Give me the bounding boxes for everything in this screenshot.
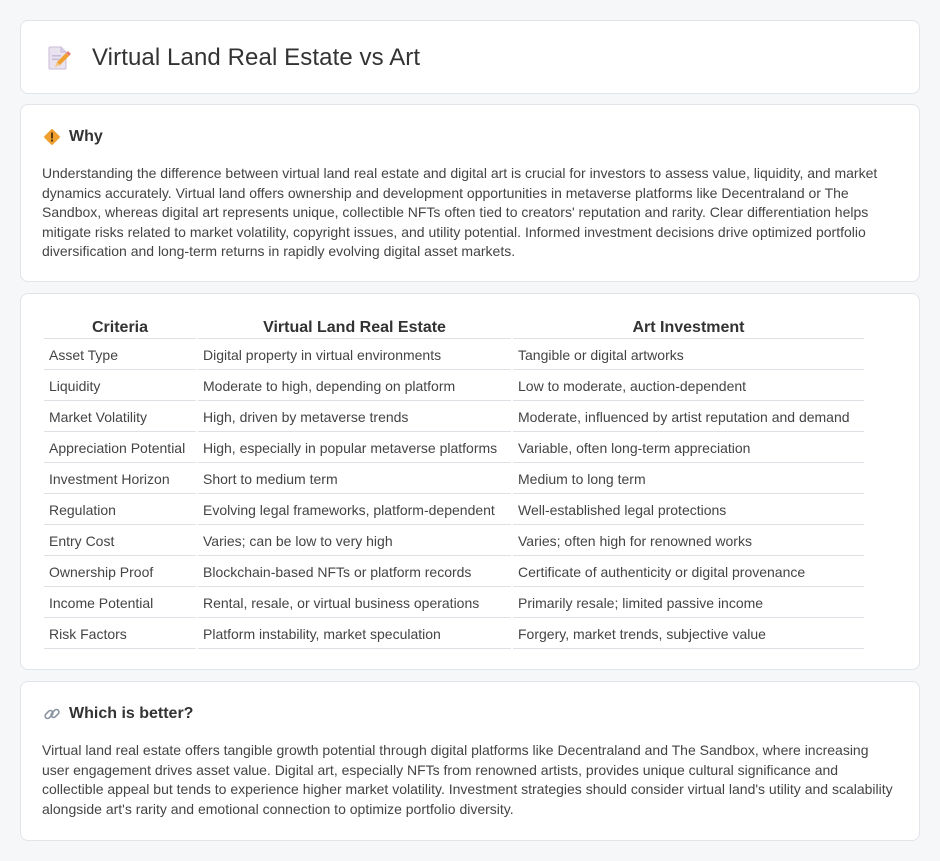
page-title: Virtual Land Real Estate vs Art [92, 44, 421, 71]
table-cell: Appreciation Potential [44, 434, 196, 463]
table-row: Income Potential Rental, resale, or virt… [44, 589, 864, 618]
comparison-section: Criteria Virtual Land Real Estate Art In… [20, 293, 920, 670]
table-cell: Asset Type [44, 341, 196, 370]
why-text: Understanding the difference between vir… [42, 165, 878, 259]
table-cell: Ownership Proof [44, 558, 196, 587]
header-art: Art Investment [513, 318, 864, 339]
table-header-row: Criteria Virtual Land Real Estate Art In… [44, 318, 864, 339]
table-cell: Medium to long term [513, 465, 864, 494]
table-cell: Varies; often high for renowned works [513, 527, 864, 556]
table-row: Liquidity Moderate to high, depending on… [44, 372, 864, 401]
which-better-section: Which is better? Virtual land real estat… [20, 681, 920, 841]
table-cell: Primarily resale; limited passive income [513, 589, 864, 618]
table-cell: Variable, often long-term appreciation [513, 434, 864, 463]
table-cell: Low to moderate, auction-dependent [513, 372, 864, 401]
header-criteria: Criteria [44, 318, 196, 339]
table-cell: Short to medium term [198, 465, 511, 494]
better-title: Which is better? [69, 705, 194, 722]
diamond-warning-icon [42, 127, 62, 147]
table-row: Risk Factors Platform instability, marke… [44, 620, 864, 649]
table-cell: Risk Factors [44, 620, 196, 649]
why-title: Why [69, 128, 103, 145]
table-row: Regulation Evolving legal frameworks, pl… [44, 496, 864, 525]
table-cell: Entry Cost [44, 527, 196, 556]
better-text: Virtual land real estate offers tangible… [42, 742, 893, 817]
header-virtual-land: Virtual Land Real Estate [198, 318, 511, 339]
table-cell: Varies; can be low to very high [198, 527, 511, 556]
header-card: Virtual Land Real Estate vs Art [20, 20, 920, 94]
better-heading: Which is better? [42, 704, 193, 724]
table-cell: Moderate to high, depending on platform [198, 372, 511, 401]
table-cell: Forgery, market trends, subjective value [513, 620, 864, 649]
table-row: Entry Cost Varies; can be low to very hi… [44, 527, 864, 556]
table-cell: Platform instability, market speculation [198, 620, 511, 649]
table-cell: Liquidity [44, 372, 196, 401]
table-cell: Income Potential [44, 589, 196, 618]
why-section: Why Understanding the difference between… [20, 104, 920, 282]
table-cell: Digital property in virtual environments [198, 341, 511, 370]
table-row: Market Volatility High, driven by metave… [44, 403, 864, 432]
comparison-table: Criteria Virtual Land Real Estate Art In… [42, 316, 866, 651]
table-cell: Well-established legal protections [513, 496, 864, 525]
table-row: Ownership Proof Blockchain-based NFTs or… [44, 558, 864, 587]
table-cell: Evolving legal frameworks, platform-depe… [198, 496, 511, 525]
table-cell: High, especially in popular metaverse pl… [198, 434, 511, 463]
table-cell: Blockchain-based NFTs or platform record… [198, 558, 511, 587]
title-row: Virtual Land Real Estate vs Art [47, 44, 420, 72]
table-row: Asset Type Digital property in virtual e… [44, 341, 864, 370]
table-cell: Market Volatility [44, 403, 196, 432]
table-cell: Certificate of authenticity or digital p… [513, 558, 864, 587]
table-cell: High, driven by metaverse trends [198, 403, 511, 432]
table-cell: Investment Horizon [44, 465, 196, 494]
table-row: Appreciation Potential High, especially … [44, 434, 864, 463]
link-icon [42, 704, 62, 724]
table-row: Investment Horizon Short to medium term … [44, 465, 864, 494]
table-cell: Tangible or digital artworks [513, 341, 864, 370]
table-cell: Rental, resale, or virtual business oper… [198, 589, 511, 618]
why-heading: Why [42, 127, 103, 147]
document-edit-icon [47, 45, 71, 71]
table-cell: Moderate, influenced by artist reputatio… [513, 403, 864, 432]
table-cell: Regulation [44, 496, 196, 525]
